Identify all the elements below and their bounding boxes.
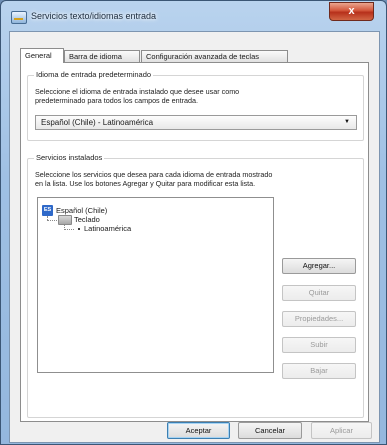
installed-services-group-label: Servicios instalados xyxy=(34,153,105,162)
default-language-dropdown[interactable]: Español (Chile) - Latinoamérica ▼ xyxy=(35,115,357,130)
installed-services-description-line2: en la lista. Use los botones Agregar y Q… xyxy=(35,179,256,188)
close-button[interactable]: x xyxy=(329,2,374,21)
move-up-button[interactable]: Subir xyxy=(282,337,356,353)
move-down-button[interactable]: Bajar xyxy=(282,363,356,379)
default-language-description-line2: predeterminado para todos los campos de … xyxy=(35,96,199,105)
tree-connector xyxy=(47,220,57,221)
add-button[interactable]: Agregar... xyxy=(282,258,356,274)
language-badge-icon: ES xyxy=(42,205,53,216)
installed-services-tree[interactable]: ES Español (Chile) Teclado Latinoamérica xyxy=(37,197,274,373)
input-languages-icon xyxy=(11,11,27,24)
apply-button[interactable]: Aplicar xyxy=(311,422,372,439)
installed-services-description-line1: Seleccione los servicios que desea para … xyxy=(35,170,273,179)
remove-button[interactable]: Quitar xyxy=(282,285,356,301)
keyboard-icon xyxy=(58,215,72,225)
window-title: Servicios texto/idiomas entrada xyxy=(31,11,157,21)
ok-button[interactable]: Aceptar xyxy=(167,422,230,439)
dialog-client-area: General Barra de idioma Configuración av… xyxy=(9,31,380,443)
tree-item-keyboard[interactable]: Teclado xyxy=(74,215,100,224)
default-language-group: Idioma de entrada predeterminado xyxy=(27,70,364,141)
tab-general[interactable]: General xyxy=(20,48,64,63)
tree-connector xyxy=(64,229,74,230)
dialog-window: Servicios texto/idiomas entrada x Genera… xyxy=(0,0,387,445)
default-language-group-label: Idioma de entrada predeterminado xyxy=(34,70,154,79)
tree-item-language[interactable]: Español (Chile) xyxy=(56,206,107,215)
default-language-description-line1: Seleccione el idioma de entrada instalad… xyxy=(35,87,240,96)
properties-button[interactable]: Propiedades... xyxy=(282,311,356,327)
cancel-button[interactable]: Cancelar xyxy=(238,422,302,439)
default-language-selected-value: Español (Chile) - Latinoamérica xyxy=(41,118,154,127)
bullet-icon xyxy=(78,228,80,230)
tab-language-bar[interactable]: Barra de idioma xyxy=(64,50,140,62)
title-bar[interactable]: Servicios texto/idiomas entrada x xyxy=(1,1,386,31)
tab-advanced-key-settings[interactable]: Configuración avanzada de teclas xyxy=(141,50,288,62)
chevron-down-icon: ▼ xyxy=(344,119,350,125)
general-tab-panel: Idioma de entrada predeterminado Selecci… xyxy=(20,62,369,422)
tree-item-layout[interactable]: Latinoamérica xyxy=(84,224,131,233)
